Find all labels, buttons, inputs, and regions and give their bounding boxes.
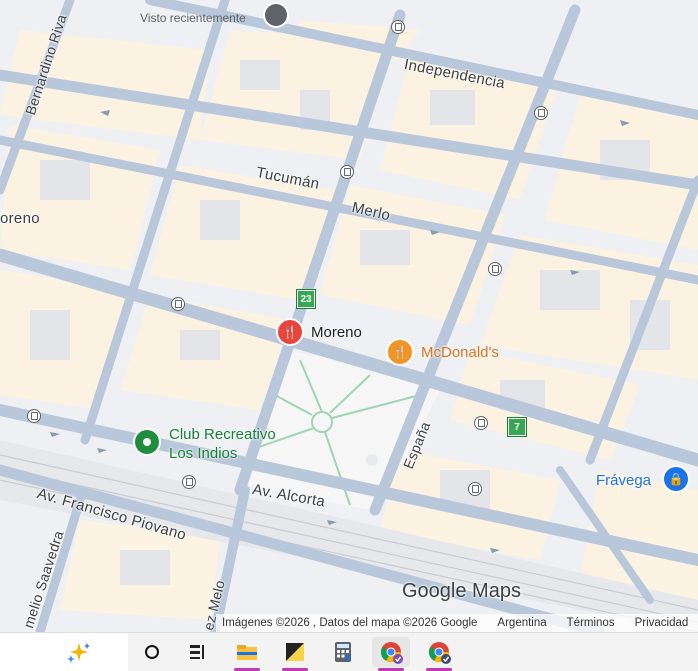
bus-stop-icon[interactable] — [488, 262, 502, 276]
route-shield-7: 7 — [508, 418, 526, 436]
calculator-icon[interactable] — [324, 637, 362, 667]
restaurant-pin-icon[interactable]: 🍴 — [278, 320, 302, 344]
file-explorer-icon[interactable] — [228, 637, 266, 671]
map-canvas[interactable]: Visto recientemente Independencia Tucumá… — [0, 0, 698, 632]
taskbar — [0, 632, 698, 671]
recently-viewed-marker-icon[interactable] — [265, 4, 287, 26]
chrome-profile-icon[interactable] — [420, 637, 458, 671]
sticky-notes-icon[interactable] — [276, 637, 314, 671]
bus-stop-icon[interactable] — [391, 20, 405, 34]
attribution-imagery: Imágenes ©2026 , Datos del mapa ©2026 Go… — [222, 617, 478, 629]
club-pin-icon[interactable] — [135, 430, 159, 454]
attribution-privacy[interactable]: Privacidad — [635, 617, 689, 629]
route-shield-23: 23 — [297, 290, 315, 308]
recently-viewed-label: Visto recientemente — [140, 11, 246, 25]
bus-stop-icon[interactable] — [182, 475, 196, 489]
poi-moreno-label[interactable]: Moreno — [311, 324, 362, 341]
attribution-bar: Imágenes ©2026 , Datos del mapa ©2026 Go… — [216, 614, 698, 632]
bus-stop-icon[interactable] — [534, 106, 548, 120]
poi-mcdonalds-label[interactable]: McDonald's — [421, 344, 499, 361]
bus-stop-icon[interactable] — [171, 297, 185, 311]
attribution-country[interactable]: Argentina — [497, 617, 546, 629]
google-maps-logo: Google Maps — [402, 580, 521, 602]
poi-fravega-label[interactable]: Frávega — [596, 472, 651, 489]
copilot-icon[interactable] — [60, 637, 98, 667]
fast-food-pin-icon[interactable]: 🍴 — [388, 340, 412, 364]
bus-stop-icon[interactable] — [340, 165, 354, 179]
task-view-icon[interactable] — [178, 637, 216, 667]
bus-stop-icon[interactable] — [468, 482, 482, 496]
attribution-terms[interactable]: Términos — [567, 617, 615, 629]
search-circle-icon[interactable] — [133, 637, 171, 667]
bus-stop-icon[interactable] — [27, 409, 41, 423]
chrome-icon[interactable] — [372, 637, 410, 671]
poi-club-recreativo-label[interactable]: Club Recreativo Los Indios — [169, 425, 276, 463]
street-moreno-left: oreno — [0, 210, 40, 227]
shopping-pin-icon[interactable]: 🔒 — [664, 467, 688, 491]
bus-stop-icon[interactable] — [474, 416, 488, 430]
map-base-layer — [0, 0, 698, 632]
